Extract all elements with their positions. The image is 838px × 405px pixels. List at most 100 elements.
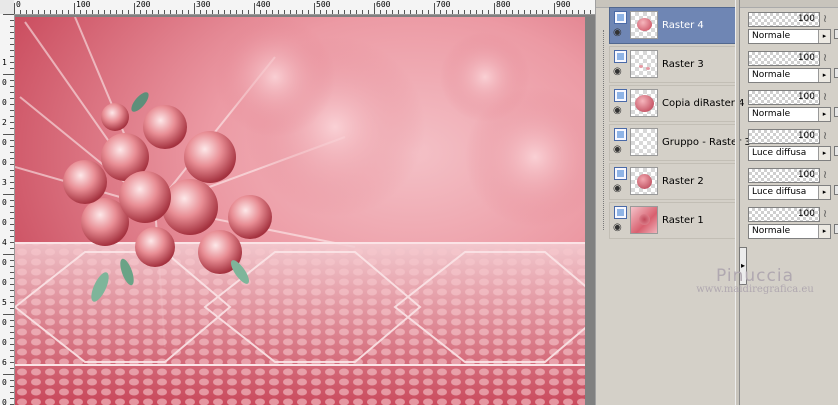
blend-mode-select[interactable]: Normale ▸ [748, 107, 831, 122]
layer-row[interactable]: ◉ Raster 3 [609, 46, 736, 83]
layer-properties: 100 ≀ Normale ▸ [748, 207, 838, 244]
dropdown-arrow-icon[interactable]: ▸ [818, 147, 830, 160]
layer-name: Raster 3 [662, 59, 704, 70]
opacity-slider[interactable]: 100 [748, 207, 820, 222]
raster-layer-icon[interactable] [614, 167, 627, 180]
layer-name: Raster 1 [662, 215, 704, 226]
watermark-name: Pinuccia [716, 266, 794, 286]
layer-thumbnail[interactable] [630, 167, 658, 195]
layer-tree-line [603, 30, 605, 230]
eye-icon[interactable]: ◉ [613, 145, 622, 155]
eye-icon[interactable]: ◉ [613, 106, 622, 116]
layer-properties: 100 ≀ Luce diffusa ▸ [748, 129, 838, 166]
blend-mode-value: Luce diffusa [752, 148, 807, 158]
layer-row[interactable]: ◉ Gruppo - Raster 3 [609, 124, 751, 161]
layer-row[interactable]: ◉ Copia diRaster 4 [609, 85, 744, 122]
dropdown-arrow-icon[interactable]: ▸ [818, 30, 830, 43]
raster-layer-icon[interactable] [614, 11, 627, 24]
opacity-value: 100 [797, 131, 815, 141]
ruler-left-label: 3 [2, 178, 7, 187]
layer-properties: 100 ≀ Normale ▸ [748, 90, 838, 127]
ruler-top-label: 0 [16, 0, 21, 9]
ruler-left-label: 0 [2, 98, 7, 107]
ruler-top-label: 400 [256, 0, 271, 9]
layers-panel: ◉ Raster 4 ◉ Raster 3 ◉ Copia diRaster 4 ◉ Grup… [595, 0, 838, 405]
raster-layer-icon[interactable] [614, 89, 627, 102]
ruler-corner [0, 0, 15, 15]
opacity-slider[interactable]: 100 [748, 168, 820, 183]
layer-row[interactable]: ◉ Raster 2 [609, 163, 736, 200]
layer-name: Copia diRaster 4 [662, 98, 745, 109]
dropdown-arrow-icon[interactable]: ▸ [818, 108, 830, 121]
ruler-left-label: 2 [2, 118, 7, 127]
lock-icon[interactable] [834, 146, 838, 156]
dropdown-arrow-icon[interactable]: ▸ [818, 69, 830, 82]
link-icon[interactable]: ≀ [823, 51, 827, 65]
ruler-top-label: 300 [196, 0, 211, 9]
ruler-left-label: 0 [2, 318, 7, 327]
blend-mode-select[interactable]: Luce diffusa ▸ [748, 185, 831, 200]
eye-icon[interactable]: ◉ [613, 28, 622, 38]
ruler-left-label: 0 [2, 398, 7, 405]
opacity-value: 100 [797, 209, 815, 219]
layer-thumbnail[interactable] [630, 50, 658, 78]
blend-mode-select[interactable]: Normale ▸ [748, 224, 831, 239]
panel-splitter[interactable] [735, 0, 740, 405]
lock-icon[interactable] [834, 68, 838, 78]
ruler-left-label: 0 [2, 258, 7, 267]
layer-properties: 100 ≀ Normale ▸ [748, 51, 838, 88]
ruler-left-label: 5 [2, 298, 7, 307]
eye-icon[interactable]: ◉ [613, 223, 622, 233]
ruler-top: 0 100 200 300 400 500 600 700 800 900 [14, 0, 595, 15]
layer-thumbnail[interactable] [630, 89, 658, 117]
link-icon[interactable]: ≀ [823, 168, 827, 182]
opacity-slider[interactable]: 100 [748, 51, 820, 66]
lock-icon[interactable] [834, 224, 838, 234]
layer-properties: 100 ≀ Luce diffusa ▸ [748, 168, 838, 205]
layer-row[interactable]: ◉ Raster 1 [609, 202, 736, 239]
ruler-top-label: 700 [436, 0, 451, 9]
blend-mode-select[interactable]: Normale ▸ [748, 29, 831, 44]
layer-name: Raster 2 [662, 176, 704, 187]
layer-thumbnail[interactable] [630, 128, 658, 156]
ruler-top-label: 600 [376, 0, 391, 9]
canvas-area[interactable]: 0 100 200 300 400 500 600 700 800 900 10020030040… [0, 0, 595, 405]
opacity-value: 100 [797, 53, 815, 63]
eye-icon[interactable]: ◉ [613, 67, 622, 77]
ruler-left-label: 1 [2, 58, 7, 67]
link-icon[interactable]: ≀ [823, 129, 827, 143]
opacity-slider[interactable]: 100 [748, 12, 820, 27]
ruler-left-label: 0 [2, 138, 7, 147]
raster-layer-icon[interactable] [614, 50, 627, 63]
blend-mode-value: Luce diffusa [752, 187, 807, 197]
blend-mode-select[interactable]: Luce diffusa ▸ [748, 146, 831, 161]
ruler-left-label: 6 [2, 358, 7, 367]
ruler-top-label: 200 [136, 0, 151, 9]
lock-icon[interactable] [834, 185, 838, 195]
eye-icon[interactable]: ◉ [613, 184, 622, 194]
layer-properties: 100 ≀ Normale ▸ [748, 12, 838, 49]
dropdown-arrow-icon[interactable]: ▸ [818, 225, 830, 238]
ruler-left-label: 0 [2, 338, 7, 347]
link-icon[interactable]: ≀ [823, 207, 827, 221]
ruler-top-label: 800 [496, 0, 511, 9]
layer-thumbnail[interactable] [630, 206, 658, 234]
ruler-left-label: 0 [2, 198, 7, 207]
layer-thumbnail[interactable] [630, 11, 658, 39]
blend-mode-value: Normale [752, 226, 791, 236]
link-icon[interactable]: ≀ [823, 90, 827, 104]
opacity-slider[interactable]: 100 [748, 90, 820, 105]
canvas-image[interactable] [15, 17, 585, 405]
layer-row[interactable]: ◉ Raster 4 [609, 7, 736, 44]
raster-layer-icon[interactable] [614, 206, 627, 219]
opacity-slider[interactable]: 100 [748, 129, 820, 144]
lock-icon[interactable] [834, 107, 838, 117]
raster-layer-icon[interactable] [614, 128, 627, 141]
link-icon[interactable]: ≀ [823, 12, 827, 26]
opacity-value: 100 [797, 170, 815, 180]
dropdown-arrow-icon[interactable]: ▸ [818, 186, 830, 199]
lock-icon[interactable] [834, 29, 838, 39]
ruler-top-label: 900 [556, 0, 571, 9]
ruler-top-label: 100 [76, 0, 91, 9]
blend-mode-select[interactable]: Normale ▸ [748, 68, 831, 83]
